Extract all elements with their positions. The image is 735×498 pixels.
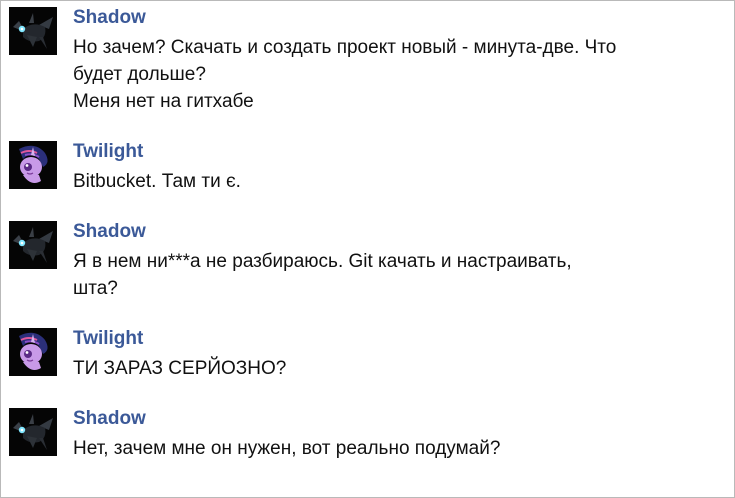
message-author[interactable]: Twilight [73, 141, 143, 163]
changeling-avatar-icon[interactable] [9, 408, 57, 456]
message-line: Нет, зачем мне он нужен, вот реально под… [73, 438, 501, 459]
message-line: будет дольше? [73, 64, 206, 85]
message-line: шта? [73, 278, 118, 299]
message-text: Bitbucket. Там ти є. [73, 168, 693, 195]
message-line: Меня нет на гитхабе [73, 91, 254, 112]
message-line: Но зачем? Скачать и создать проект новый… [73, 37, 617, 58]
changeling-avatar-icon[interactable] [9, 7, 57, 55]
message-text: Но зачем? Скачать и создать проект новый… [73, 34, 693, 115]
message-author[interactable]: Shadow [73, 7, 146, 29]
twilight-pony-avatar-icon[interactable] [9, 328, 57, 376]
message-text: Нет, зачем мне он нужен, вот реально под… [73, 435, 693, 462]
message-author[interactable]: Twilight [73, 328, 143, 350]
chat-transcript: Shadow Но зачем? Скачать и создать проек… [0, 0, 735, 498]
message-author[interactable]: Shadow [73, 221, 146, 243]
message-line: ТИ ЗАРАЗ СЕРЙОЗНО? [73, 358, 287, 379]
message-text: ТИ ЗАРАЗ СЕРЙОЗНО? [73, 355, 693, 382]
message-line: Я в нем ни***а не разбираюсь. Git качать… [73, 251, 572, 272]
twilight-pony-avatar-icon[interactable] [9, 141, 57, 189]
message-line: Bitbucket. Там ти є. [73, 171, 241, 192]
changeling-avatar-icon[interactable] [9, 221, 57, 269]
message-text: Я в нем ни***а не разбираюсь. Git качать… [73, 248, 693, 302]
message-author[interactable]: Shadow [73, 408, 146, 430]
